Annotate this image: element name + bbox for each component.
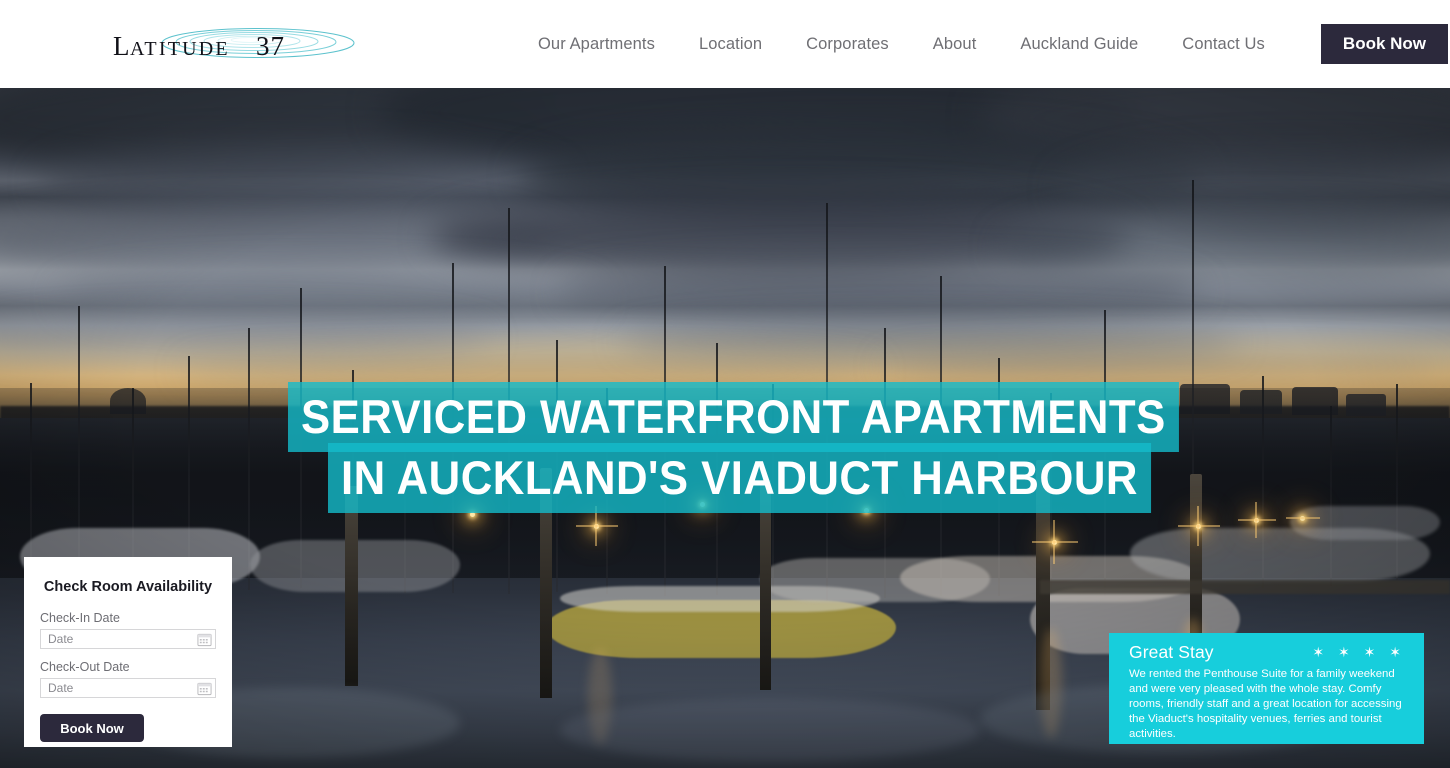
nav-location[interactable]: Location [677,36,784,53]
hero-headline-line-1: SERVICED WATERFRONT APARTMENTS [288,382,1246,452]
checkout-date-input[interactable] [41,679,191,697]
calendar-icon[interactable] [197,681,212,696]
latitude-37-logo[interactable]: L ATITUDE 37 [108,22,358,68]
nav-auckland-guide[interactable]: Auckland Guide [998,36,1160,53]
main-navigation: Our Apartments Location Corporates About… [530,0,1449,88]
site-header: L ATITUDE 37 Our Apartments Location Cor… [0,0,1450,88]
hero-headline-text-2: IN AUCKLAND'S VIADUCT HARBOUR [328,443,1151,513]
nav-about[interactable]: About [911,36,999,53]
panel-book-now-button[interactable]: Book Now [40,714,144,742]
nav-contact-us[interactable]: Contact Us [1160,36,1287,53]
header-book-now-button[interactable]: Book Now [1320,24,1449,64]
nav-corporates[interactable]: Corporates [784,36,911,53]
page-root: L ATITUDE 37 Our Apartments Location Cor… [0,0,1450,768]
testimonial-header: Great Stay ✶ ✶ ✶ ✶ [1129,642,1408,662]
svg-text:ATITUDE: ATITUDE [130,38,230,60]
checkin-date-label: Check-In Date [40,611,120,625]
svg-text:L: L [113,31,131,61]
logo-svg: L ATITUDE 37 [113,27,355,61]
testimonial-title: Great Stay [1129,642,1214,662]
checkin-date-input[interactable] [41,630,191,648]
checkout-date-field[interactable] [40,678,216,698]
testimonial-card: Great Stay ✶ ✶ ✶ ✶ We rented the Penthou… [1109,633,1424,744]
checkin-date-field[interactable] [40,629,216,649]
calendar-icon[interactable] [197,632,212,647]
check-availability-panel: Check Room Availability Check-In Date Ch… [24,557,232,747]
panel-title: Check Room Availability [43,579,213,595]
svg-text:37: 37 [256,31,285,61]
testimonial-body: We rented the Penthouse Suite for a fami… [1129,668,1402,740]
hero-headline-line-2: IN AUCKLAND'S VIADUCT HARBOUR [328,443,1213,513]
hero-headline-text-1: SERVICED WATERFRONT APARTMENTS [288,382,1179,452]
checkout-date-label: Check-Out Date [40,660,130,674]
nav-our-apartments[interactable]: Our Apartments [530,36,677,53]
star-rating-icon: ✶ ✶ ✶ ✶ [1312,644,1406,661]
